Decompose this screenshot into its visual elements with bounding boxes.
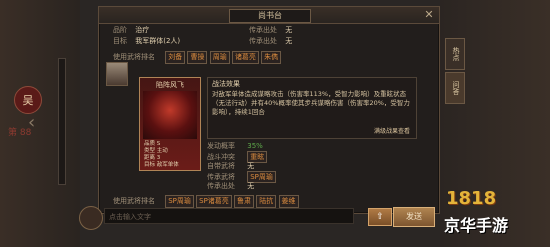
top-row-1-extra: 传承出处 无 [249, 36, 292, 47]
stat-row: 传承出处 无 [207, 181, 367, 191]
panel-title: 尚书台 [229, 9, 311, 23]
card-target-label: 目标 [144, 162, 156, 168]
card-range-label: 距离 [144, 155, 156, 161]
generals-label: 使用武将排名 [113, 53, 155, 61]
top-row-0: 品阶 治疗 [113, 25, 149, 36]
general-tag[interactable]: 鲁肃 [234, 195, 255, 208]
up-arrow-button[interactable]: ⇧ [368, 208, 392, 226]
desc-title: 战法效果 [212, 80, 240, 88]
general-tag[interactable]: SP周瑜 [165, 195, 194, 208]
row-extra-label: 传承出处 [249, 37, 277, 45]
top-row-1: 目标 我军群体(2人) [113, 36, 180, 47]
general-tag[interactable]: 曹操 [187, 51, 208, 64]
stat-key: 发动概率 [207, 142, 235, 150]
desc-text: 对敌军单体造成谋略攻击（伤害率113%，受智力影响）及重眩状态（无法行动）并有4… [212, 90, 410, 116]
tab-hot[interactable]: 热点 [445, 38, 465, 70]
stat-key: 传承出处 [207, 182, 235, 190]
stat-value: 无 [247, 182, 255, 190]
full-effect-link[interactable]: 满级战果查看 [374, 127, 410, 136]
watermark-number: 1818 [446, 188, 497, 209]
top-row-0-extra: 传承出处 无 [249, 25, 292, 36]
general-tag[interactable]: 陆抗 [256, 195, 277, 208]
card-level-value: S [156, 141, 161, 147]
row-label: 目标 [113, 37, 127, 45]
chat-avatar[interactable] [79, 206, 103, 230]
generals-list: SP周瑜 SP诸葛亮 鲁肃 陆抗 姜维 [165, 195, 299, 208]
stat-value: 无 [247, 162, 255, 170]
skill-card-art [143, 91, 197, 139]
watermark-text: 京华手游 [444, 216, 509, 235]
panel-header: 尚书台 ✕ [99, 7, 439, 24]
general-tag[interactable]: 诸葛亮 [231, 51, 259, 64]
tab-qa[interactable]: 问答 [445, 72, 465, 104]
general-tag[interactable]: 朱儁 [261, 51, 282, 64]
stat-value: 35% [247, 142, 263, 150]
skill-stats: 发动概率 35% 战斗冲突 重眩 自带武将 无 传承武将 SP周瑜 传承出处 无 [207, 141, 367, 191]
stat-key: 自带武将 [207, 162, 235, 170]
skill-card: 陷阵风飞 品质 S 类型 主动 距离 3 目标 敌军单体 [139, 77, 201, 171]
faction-badge: 吴 [14, 86, 42, 114]
shangshutai-panel: 尚书台 ✕ 品阶 治疗 传承出处 无 目标 我军群体(2人) 传承出处 无 使用… [98, 6, 440, 214]
left-scrollbar[interactable] [58, 58, 66, 185]
skill-card-info: 品质 S 类型 主动 距离 3 目标 敌军单体 [144, 141, 196, 169]
card-target-value: 敌军单体 [156, 162, 179, 168]
left-counter: 第 88 [8, 128, 32, 138]
card-type-value: 主动 [156, 148, 168, 154]
general-tag[interactable]: 姜维 [278, 195, 299, 208]
card-type-label: 类型 [144, 148, 156, 154]
stat-row: 传承武将 SP周瑜 [207, 171, 367, 183]
general-tag[interactable]: 刘备 [165, 51, 186, 64]
row-label: 品阶 [113, 26, 127, 34]
general-tag[interactable]: 周瑜 [209, 51, 230, 64]
bottom-generals-row: 使用武将排名 SP周瑜 SP诸葛亮 鲁肃 陆抗 姜维 [113, 195, 299, 208]
general-tag[interactable]: SP诸葛亮 [196, 195, 232, 208]
generals-list: 刘备 曹操 周瑜 诸葛亮 朱儁 [165, 51, 282, 64]
skill-description: 战法效果 对敌军单体造成谋略攻击（伤害率113%，受智力影响）及重眩状态（无法行… [207, 77, 417, 139]
close-icon[interactable]: ✕ [423, 9, 435, 21]
stat-row: 发动概率 35% [207, 141, 367, 151]
general-portrait[interactable] [106, 62, 128, 86]
stat-row: 战斗冲突 重眩 [207, 151, 367, 163]
skill-card-title: 陷阵风飞 [156, 81, 184, 89]
chat-input[interactable]: 点击输入文字 [104, 208, 354, 224]
card-range-value: 3 [156, 155, 161, 161]
row-value: 治疗 [135, 26, 150, 34]
generals-label: 使用武将排名 [113, 197, 155, 205]
send-button[interactable]: 发送 [393, 207, 435, 227]
row-extra-value: 无 [285, 26, 293, 34]
card-level-label: 品质 [144, 141, 156, 147]
top-generals-row: 使用武将排名 刘备 曹操 周瑜 诸葛亮 朱儁 [113, 51, 282, 64]
row-value: 我军群体(2人) [135, 37, 181, 45]
row-extra-value: 无 [285, 37, 293, 45]
row-extra-label: 传承出处 [249, 26, 277, 34]
stat-row: 自带武将 无 [207, 161, 367, 171]
